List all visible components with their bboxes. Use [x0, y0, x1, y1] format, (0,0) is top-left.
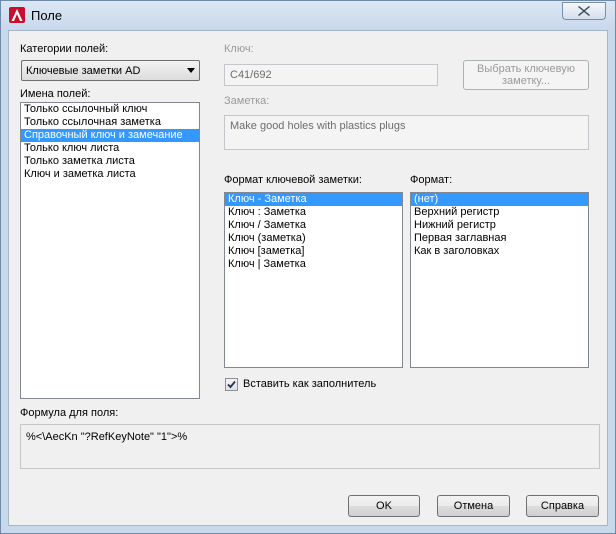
list-item[interactable]: Ключ | Заметка — [225, 258, 402, 271]
window-title: Поле — [31, 8, 63, 23]
insert-placeholder-checkbox[interactable] — [225, 378, 238, 391]
ok-button[interactable]: OK — [348, 495, 420, 517]
field-categories-selected: Ключевые заметки AD — [26, 65, 141, 77]
field-formula-value: %<\AecKn "?RefKeyNote" "1">% — [26, 431, 188, 443]
list-item[interactable]: (нет) — [411, 193, 588, 206]
close-icon — [578, 6, 590, 16]
list-item[interactable]: Ключ : Заметка — [225, 206, 402, 219]
list-item[interactable]: Нижний регистр — [411, 219, 588, 232]
list-item[interactable]: Только ссылочная заметка — [21, 116, 199, 129]
list-item[interactable]: Только ссылочный ключ — [21, 103, 199, 116]
field-formula-field[interactable]: %<\AecKn "?RefKeyNote" "1">% — [20, 424, 600, 469]
field-dialog: Поле Категории полей: Ключевые заметки A… — [0, 0, 616, 534]
list-item[interactable]: Только заметка листа — [21, 155, 199, 168]
select-keynote-button: Выбрать ключевую заметку... — [463, 60, 589, 90]
field-categories-label: Категории полей: — [20, 43, 109, 55]
note-value: Make good holes with plastics plugs — [230, 120, 406, 132]
title-bar[interactable]: Поле — [1, 1, 615, 30]
autocad-logo-icon — [9, 7, 25, 23]
note-field: Make good holes with plastics plugs — [224, 115, 589, 150]
help-button[interactable]: Справка — [526, 495, 599, 517]
list-item[interactable]: Только ключ листа — [21, 142, 199, 155]
list-item[interactable]: Ключ (заметка) — [225, 232, 402, 245]
list-item[interactable]: Ключ / Заметка — [225, 219, 402, 232]
list-item[interactable]: Ключ [заметка] — [225, 245, 402, 258]
field-names-label: Имена полей: — [20, 88, 91, 100]
list-item[interactable]: Ключ и заметка листа — [21, 168, 199, 181]
field-formula-label: Формула для поля: — [20, 407, 119, 419]
keynote-format-list[interactable]: Ключ - Заметка Ключ : Заметка Ключ / Замет… — [224, 192, 403, 368]
key-value: C41/692 — [230, 69, 272, 81]
cancel-button[interactable]: Отмена — [437, 495, 510, 517]
key-field: C41/692 — [224, 64, 438, 86]
key-label: Ключ: — [224, 43, 254, 55]
list-item[interactable]: Как в заголовках — [411, 245, 588, 258]
list-item[interactable]: Ключ - Заметка — [225, 193, 402, 206]
list-item[interactable]: Справочный ключ и замечание — [21, 129, 199, 142]
dropdown-arrow-icon — [187, 68, 195, 73]
select-keynote-button-line1: Выбрать ключевую — [477, 63, 575, 75]
keynote-format-label: Формат ключевой заметки: — [224, 174, 362, 186]
checkmark-icon — [227, 380, 236, 389]
field-names-list[interactable]: Только ссылочный ключ Только ссылочная за… — [20, 102, 200, 399]
note-label: Заметка: — [224, 95, 270, 107]
dialog-body: Категории полей: Ключевые заметки AD Име… — [8, 30, 608, 526]
list-item[interactable]: Верхний регистр — [411, 206, 588, 219]
format-list[interactable]: (нет) Верхний регистр Нижний регистр Первая… — [410, 192, 589, 368]
insert-placeholder-label[interactable]: Вставить как заполнитель — [243, 378, 376, 390]
select-keynote-button-line2: заметку... — [501, 75, 551, 87]
field-categories-dropdown[interactable]: Ключевые заметки AD — [21, 60, 200, 81]
list-item[interactable]: Первая заглавная — [411, 232, 588, 245]
format-label: Формат: — [410, 174, 453, 186]
close-button[interactable] — [562, 2, 606, 20]
